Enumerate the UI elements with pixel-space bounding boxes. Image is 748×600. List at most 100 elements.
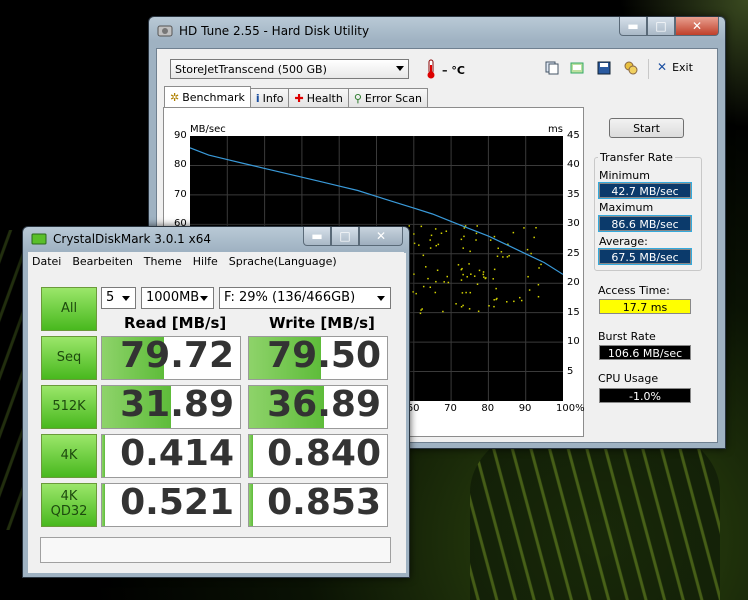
cdm-minimize-button[interactable]: ▬ bbox=[303, 227, 331, 246]
tab-error-scan[interactable]: ⚲ Error Scan bbox=[347, 88, 428, 108]
x-tick-label: 80 bbox=[481, 403, 495, 414]
access-time-point bbox=[535, 226, 537, 229]
access-time-point bbox=[469, 291, 472, 294]
access-time-point bbox=[435, 244, 437, 247]
drive-letter-value: F: 29% (136/466GB) bbox=[224, 290, 356, 305]
exit-button[interactable]: ✕ Exit bbox=[657, 60, 693, 74]
tab-benchmark[interactable]: ✲ Benchmark bbox=[164, 86, 251, 108]
tab-health[interactable]: ✚ Health bbox=[288, 88, 349, 108]
access-time-point bbox=[476, 225, 478, 227]
access-time-point bbox=[527, 275, 529, 278]
y-right-tick-label: 10 bbox=[567, 336, 580, 348]
average-value: 67.5 MB/sec bbox=[598, 248, 692, 265]
access-time-point bbox=[446, 275, 449, 278]
size-select[interactable]: 1000MB bbox=[141, 287, 214, 309]
test-button-512k[interactable]: 512K bbox=[41, 385, 97, 429]
copy-screenshot-icon[interactable] bbox=[569, 60, 585, 76]
cdm-app-icon bbox=[31, 233, 47, 245]
chevron-down-icon bbox=[200, 296, 208, 301]
tab-health-label: Health bbox=[306, 92, 343, 105]
save-icon[interactable] bbox=[596, 60, 612, 76]
maximize-button[interactable]: □ bbox=[647, 17, 675, 36]
read-result-bar bbox=[102, 435, 105, 477]
access-time-point bbox=[436, 269, 439, 272]
cdm-comment-field[interactable] bbox=[40, 537, 391, 563]
access-time-point bbox=[419, 312, 422, 315]
access-time-point bbox=[462, 304, 464, 307]
read-result-value: 0.521 bbox=[120, 483, 234, 523]
access-time-point bbox=[520, 299, 523, 302]
menu-bearbeiten[interactable]: Bearbeiten bbox=[72, 255, 132, 268]
minimize-button[interactable]: ▬ bbox=[619, 17, 647, 36]
toolbar-divider bbox=[648, 59, 649, 79]
tab-info-label: Info bbox=[262, 92, 284, 105]
all-button[interactable]: All bbox=[41, 287, 97, 331]
read-result-value: 0.414 bbox=[120, 434, 234, 474]
copy-info-icon[interactable] bbox=[544, 60, 560, 76]
access-time-point bbox=[533, 236, 535, 239]
access-time-point bbox=[422, 254, 425, 257]
menu-sprache[interactable]: Sprache(Language) bbox=[229, 255, 337, 268]
read-result-value: 79.72 bbox=[120, 336, 234, 376]
drive-select[interactable]: StoreJetTranscend (500 GB) bbox=[170, 59, 409, 79]
transfer-rate-label: Transfer Rate bbox=[598, 151, 675, 164]
access-time-point bbox=[478, 269, 481, 272]
menu-datei[interactable]: Datei bbox=[32, 255, 61, 268]
access-time-point bbox=[526, 248, 529, 251]
health-icon: ✚ bbox=[294, 92, 304, 105]
y-left-tick-label: 80 bbox=[174, 159, 187, 171]
write-result: 0.853 bbox=[248, 483, 388, 527]
access-time-point bbox=[425, 266, 427, 268]
read-result: 0.521 bbox=[101, 483, 241, 527]
maximize-icon: □ bbox=[339, 229, 351, 243]
all-label: All bbox=[60, 300, 78, 316]
access-time-point bbox=[493, 299, 495, 301]
tab-info[interactable]: i Info bbox=[249, 88, 290, 108]
y-right-axis-label: ms bbox=[548, 124, 563, 135]
start-button[interactable]: Start bbox=[609, 118, 684, 138]
access-time-point bbox=[493, 268, 496, 271]
y-left-axis-label: MB/sec bbox=[190, 124, 226, 135]
menu-theme[interactable]: Theme bbox=[144, 255, 182, 268]
access-time-point bbox=[466, 276, 468, 278]
drive-letter-select[interactable]: F: 29% (136/466GB) bbox=[219, 287, 391, 309]
hdtune-title: HD Tune 2.55 - Hard Disk Utility bbox=[179, 24, 370, 38]
read-result-value: 31.89 bbox=[120, 385, 234, 425]
maximum-value: 86.6 MB/sec bbox=[598, 215, 692, 232]
write-result: 79.50 bbox=[248, 336, 388, 380]
access-time-point bbox=[437, 243, 440, 246]
tab-error-scan-label: Error Scan bbox=[364, 92, 422, 105]
chevron-down-icon bbox=[122, 296, 130, 301]
write-result-value: 0.853 bbox=[267, 483, 381, 523]
write-result: 0.840 bbox=[248, 434, 388, 478]
access-time-point bbox=[475, 232, 478, 235]
access-time-point bbox=[484, 277, 487, 280]
test-button-seq[interactable]: Seq bbox=[41, 336, 97, 380]
exit-label: Exit bbox=[672, 60, 693, 74]
test-button-4k[interactable]: 4K bbox=[41, 434, 97, 478]
close-icon: ✕ bbox=[691, 19, 703, 33]
x-tick-label: 70 bbox=[444, 403, 457, 414]
cdm-close-button[interactable]: ✕ bbox=[359, 227, 403, 246]
count-select[interactable]: 5 bbox=[101, 287, 136, 309]
options-icon[interactable] bbox=[623, 60, 639, 76]
access-time-point bbox=[528, 289, 531, 291]
access-time-point bbox=[430, 234, 433, 237]
access-time-point bbox=[465, 291, 467, 294]
read-result: 31.89 bbox=[101, 385, 241, 429]
access-time-point bbox=[475, 239, 477, 241]
write-header: Write [MB/s] bbox=[269, 314, 375, 332]
access-time-point bbox=[442, 310, 444, 313]
access-time-point bbox=[435, 280, 437, 283]
access-time-point bbox=[493, 305, 495, 308]
menu-hilfe[interactable]: Hilfe bbox=[193, 255, 218, 268]
cdm-maximize-button[interactable]: □ bbox=[331, 227, 359, 246]
y-right-tick-label: 25 bbox=[567, 247, 580, 259]
test-button-4k-qd32[interactable]: 4K QD32 bbox=[41, 483, 97, 527]
access-time-point bbox=[469, 250, 471, 253]
read-header: Read [MB/s] bbox=[124, 314, 227, 332]
access-time-point bbox=[537, 295, 540, 298]
access-time-point bbox=[496, 297, 498, 300]
test-button-label: 4K QD32 bbox=[50, 489, 88, 519]
close-button[interactable]: ✕ bbox=[675, 17, 719, 36]
